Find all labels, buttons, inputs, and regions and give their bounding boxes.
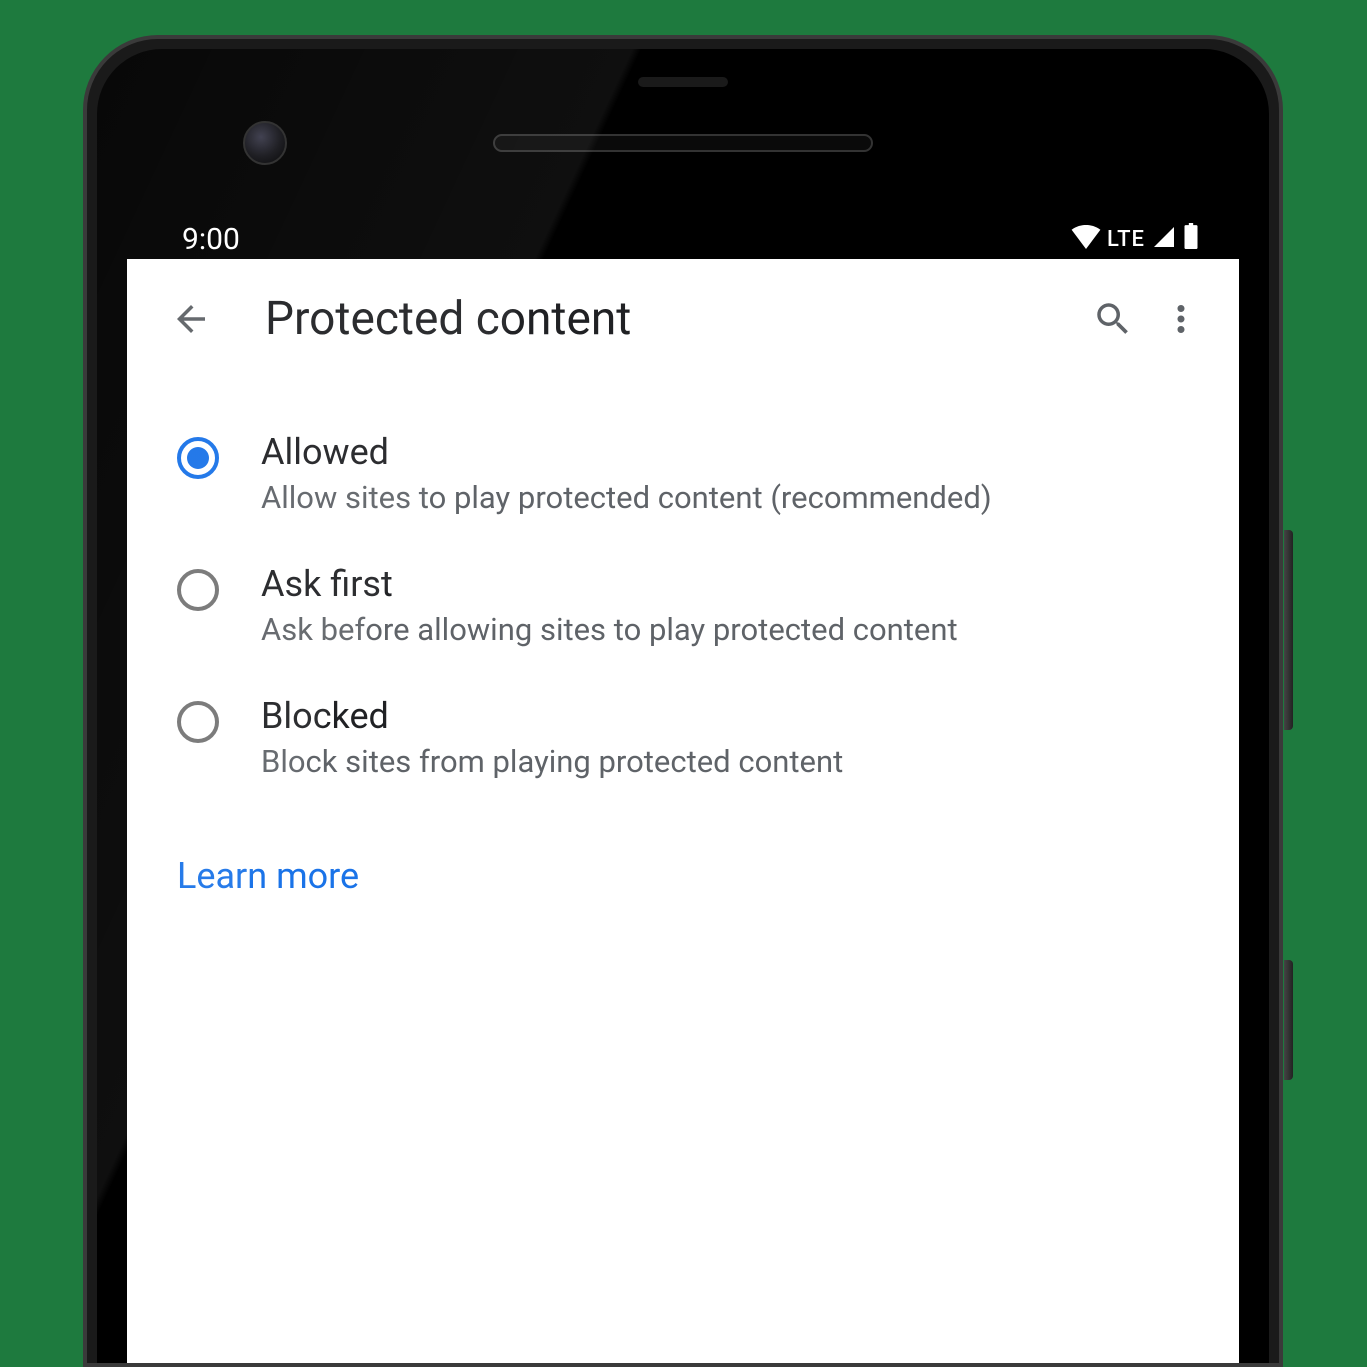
option-description: Allow sites to play protected content (r…	[261, 477, 1189, 519]
power-button	[1284, 960, 1293, 1080]
status-bar: 9:00 LTE	[127, 219, 1239, 259]
option-description: Block sites from playing protected conte…	[261, 741, 1189, 783]
option-text: Ask first Ask before allowing sites to p…	[261, 563, 1189, 651]
option-title: Blocked	[261, 695, 1189, 737]
search-button[interactable]	[1085, 291, 1141, 347]
screen: Protected content Allowed Allow sites to…	[127, 259, 1239, 1363]
option-text: Blocked Block sites from playing protect…	[261, 695, 1189, 783]
status-icons: LTE	[1071, 222, 1199, 257]
back-button[interactable]	[167, 295, 215, 343]
network-label: LTE	[1107, 227, 1145, 252]
front-camera	[243, 121, 287, 165]
signal-icon	[1151, 222, 1177, 257]
volume-button	[1284, 530, 1293, 730]
more-button[interactable]	[1153, 291, 1209, 347]
radio-blocked[interactable]	[177, 701, 219, 743]
option-description: Ask before allowing sites to play protec…	[261, 609, 1189, 651]
content-area: Allowed Allow sites to play protected co…	[127, 379, 1239, 897]
battery-icon	[1183, 222, 1199, 257]
speaker-grille	[493, 134, 873, 152]
option-ask-first[interactable]: Ask first Ask before allowing sites to p…	[177, 541, 1189, 673]
more-vert-icon	[1160, 298, 1202, 340]
status-time: 9:00	[182, 222, 240, 257]
sensor	[638, 77, 728, 87]
option-blocked[interactable]: Blocked Block sites from playing protect…	[177, 673, 1189, 805]
page-title: Protected content	[265, 292, 1073, 346]
option-text: Allowed Allow sites to play protected co…	[261, 431, 1189, 519]
wifi-icon	[1071, 222, 1101, 257]
radio-ask-first[interactable]	[177, 569, 219, 611]
search-icon	[1092, 298, 1134, 340]
arrow-back-icon	[170, 298, 212, 340]
option-title: Allowed	[261, 431, 1189, 473]
app-bar: Protected content	[127, 259, 1239, 379]
option-allowed[interactable]: Allowed Allow sites to play protected co…	[177, 409, 1189, 541]
phone-frame: 9:00 LTE Protected content	[83, 35, 1283, 1367]
option-title: Ask first	[261, 563, 1189, 605]
learn-more-link[interactable]: Learn more	[177, 855, 359, 897]
phone-bezel: 9:00 LTE Protected content	[97, 49, 1269, 1363]
radio-allowed[interactable]	[177, 437, 219, 479]
